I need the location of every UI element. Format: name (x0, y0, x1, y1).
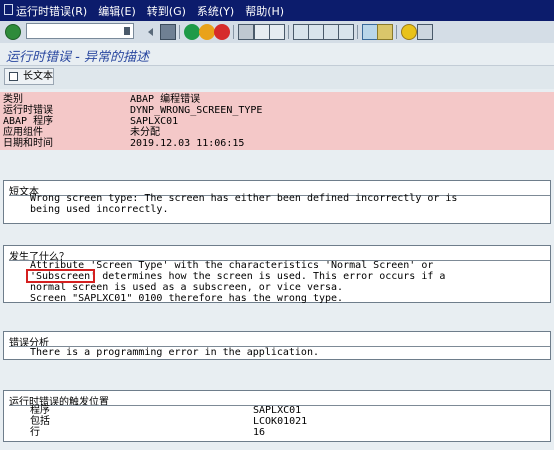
menu-goto[interactable]: 转到(G) (147, 3, 186, 19)
title-bar: 运行时错误 - 异常的描述 (0, 43, 554, 66)
long-text-button[interactable]: 长文本 (4, 68, 54, 85)
last-page-icon[interactable] (338, 24, 354, 40)
menu-system[interactable]: 系统(Y) (197, 3, 234, 19)
new-session-icon[interactable] (362, 24, 378, 40)
page-title: 运行时错误 - 异常的描述 (6, 50, 149, 65)
trigger-value-include: LCOK01021 (253, 416, 308, 427)
what-happened-box: 发生了什么？ Attribute 'Screen Type' with the … (3, 245, 551, 304)
error-analysis-box: 错误分析 There is a programming error in the… (3, 331, 551, 360)
trigger-value-line: 16 (253, 427, 266, 438)
subscreen-highlight (26, 269, 95, 283)
menu-runtime-error[interactable]: 运行时错误(R) (16, 3, 87, 19)
first-page-icon[interactable] (293, 24, 309, 40)
exit-icon[interactable] (199, 24, 215, 40)
what-happened-line-4: Screen "SAPLXC01" 0100 therefore has the… (30, 293, 344, 304)
what-happened-line-3: normal screen is used as a subscreen, or… (30, 282, 344, 293)
find-icon[interactable] (254, 24, 270, 40)
trigger-label-line: 行 (30, 427, 40, 438)
standard-toolbar (0, 21, 554, 44)
previous-page-icon[interactable] (308, 24, 324, 40)
trigger-location-box: 运行时错误的触发位置 程序 SAPLXC01 包括 LCOK01021 行 16 (3, 390, 551, 442)
long-text-label: 长文本 (23, 71, 53, 82)
command-field[interactable] (26, 23, 134, 39)
menu-bar: 运行时错误(R) 编辑(E) 转到(G) 系统(Y) 帮助(H) (0, 0, 554, 21)
find-next-icon[interactable] (269, 24, 285, 40)
application-toolbar: 长文本 (0, 66, 554, 89)
short-text-line-1: Wrong screen type: The screen has either… (30, 193, 458, 204)
short-text-box: 短文本 Wrong screen type: The screen has ei… (3, 180, 551, 224)
sap-window-icon[interactable] (0, 0, 16, 21)
cancel-icon[interactable] (214, 24, 230, 40)
trigger-label-include: 包括 (30, 416, 50, 427)
menu-edit[interactable]: 编辑(E) (98, 3, 136, 19)
history-left-icon[interactable] (146, 24, 155, 40)
short-text-line-2: being used incorrectly. (30, 204, 169, 215)
error-analysis-line: There is a programming error in the appl… (30, 347, 319, 358)
trigger-value-program: SAPLXC01 (253, 405, 302, 416)
next-page-icon[interactable] (323, 24, 339, 40)
menu-help[interactable]: 帮助(H) (245, 3, 284, 19)
print-icon[interactable] (238, 24, 254, 40)
trigger-label-program: 程序 (30, 405, 50, 416)
header-label-datetime: 日期和时间 (3, 138, 53, 149)
save-icon[interactable] (160, 24, 176, 40)
back-icon[interactable] (184, 24, 200, 40)
layout-menu-icon[interactable] (417, 24, 433, 40)
help-icon[interactable] (401, 24, 417, 40)
shortcut-icon[interactable] (377, 24, 393, 40)
enter-check-icon[interactable] (5, 24, 21, 40)
document-icon (9, 72, 18, 81)
header-value-datetime: 2019.12.03 11:06:15 (130, 138, 245, 149)
error-header-block: 类别 ABAP 编程错误 运行时错误 DYNP_WRONG_SCREEN_TYP… (0, 92, 554, 150)
